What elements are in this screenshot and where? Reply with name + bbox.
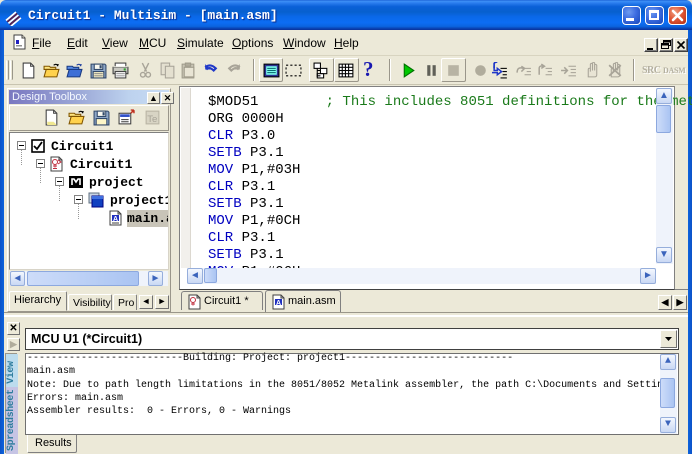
svg-text:A: A [113,216,118,223]
svg-text:Te: Te [147,114,157,125]
svg-text:A: A [276,300,281,307]
